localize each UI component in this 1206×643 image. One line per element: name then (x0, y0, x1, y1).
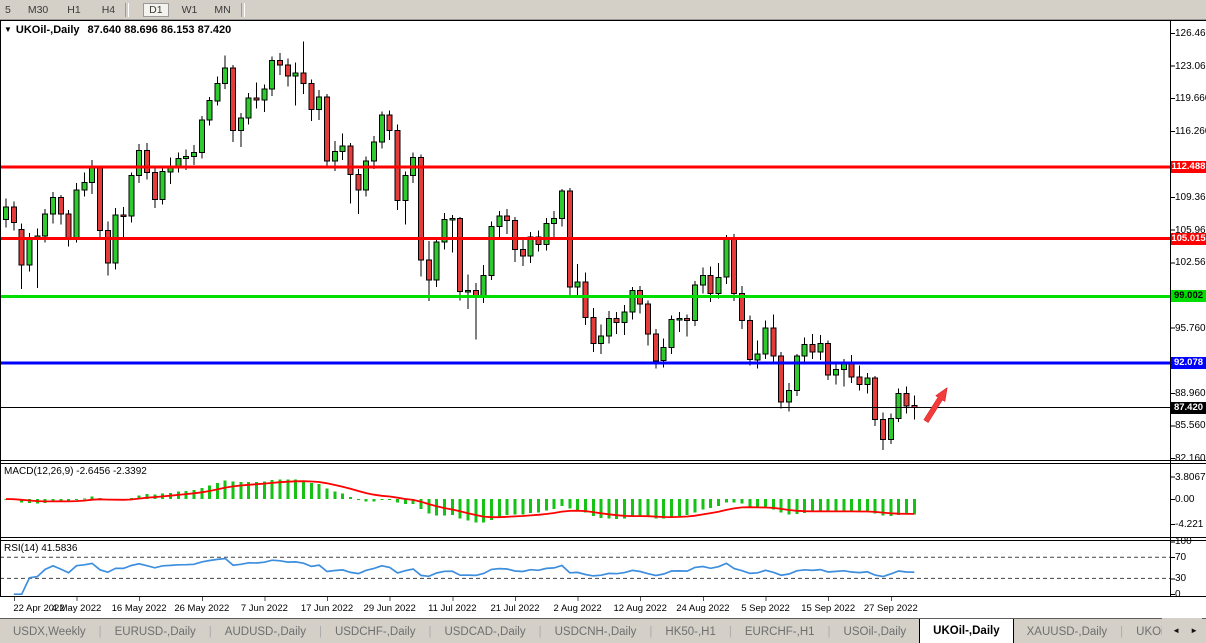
tab-scroll-right-icon[interactable]: ► (1190, 626, 1198, 635)
chart-tab-ukoil-daily[interactable]: UKOil-,Daily (919, 618, 1013, 643)
chart-dropdown-icon[interactable]: ▼ (4, 25, 12, 34)
chart-tab-hk50-h1[interactable]: HK50-,H1 (652, 620, 729, 643)
price-axis-label: 119.660 (1175, 93, 1205, 104)
chart-tab-bar: USDX,Weekly|EURUSD-,Daily|AUDUSD-,Daily|… (0, 618, 1206, 643)
price-axis-label: 95.760 (1175, 323, 1205, 334)
rsi-indicator-label: RSI(14) 41.5836 (4, 543, 77, 554)
chart-tab-eurchf-h1[interactable]: EURCHF-,H1 (732, 620, 828, 643)
rsi-axis-label: 100 (1175, 536, 1205, 547)
macd-axis-label: 0.00 (1175, 494, 1205, 505)
tab-scroll-arrows: ◄ ► (1162, 618, 1202, 643)
chart-tab-usdcnh-daily[interactable]: USDCNH-,Daily (542, 620, 650, 643)
price-level-tag: 105.015 (1171, 233, 1206, 245)
price-axis-label: 116.260 (1175, 126, 1205, 137)
ohlc-readout: 87.640 88.696 86.153 87.420 (88, 24, 232, 36)
price-axis-label: 123.060 (1175, 61, 1205, 72)
chart-tab-usoil-daily[interactable]: USOil-,Daily (831, 620, 920, 643)
chart-tab-usdx-weekly[interactable]: USDX,Weekly (0, 620, 99, 643)
macd-axis-label: -4.221 (1175, 519, 1205, 530)
chart-tab-audusd-daily[interactable]: AUDUSD-,Daily (212, 620, 319, 643)
chart-window[interactable]: ▼ UKOil-,Daily 87.640 88.696 86.153 87.420… (0, 20, 1206, 618)
rsi-axis-label: 0 (1175, 589, 1205, 600)
chart-tab-eurusd-daily[interactable]: EURUSD-,Daily (102, 620, 209, 643)
price-axis-label: 85.560 (1175, 420, 1205, 431)
macd-axis-label: 3.8067 (1175, 472, 1205, 483)
macd-indicator-label: MACD(12,26,9) -2.6456 -2.3392 (4, 466, 147, 477)
price-axis-label: 102.560 (1175, 257, 1205, 268)
price-level-tag: 112.488 (1171, 161, 1206, 173)
date-axis-label: 27 Sep 2022 (853, 603, 929, 614)
chart-tab-usdchf-daily[interactable]: USDCHF-,Daily (322, 620, 429, 643)
chart-title: ▼ UKOil-,Daily 87.640 88.696 86.153 87.420 (4, 24, 231, 36)
price-chart-canvas[interactable] (0, 0, 1206, 638)
chart-tab-usdcad-daily[interactable]: USDCAD-,Daily (431, 620, 538, 643)
rsi-axis-label: 30 (1175, 573, 1205, 584)
tab-scroll-left-icon[interactable]: ◄ (1172, 626, 1180, 635)
price-axis-label: 88.960 (1175, 388, 1205, 399)
rsi-axis-label: 70 (1175, 552, 1205, 563)
price-axis-label: 126.460 (1175, 28, 1205, 39)
price-level-tag: 87.420 (1171, 402, 1206, 414)
symbol-period-label: UKOil-,Daily (16, 24, 80, 36)
chart-tab-xauusd-daily[interactable]: XAUUSD-,Daily (1014, 620, 1121, 643)
price-level-tag: 99.002 (1171, 290, 1206, 302)
mt4-window: 5M30H1H4D1W1MN ▼UKOil-,Daily87.640 88.69… (0, 0, 1206, 643)
price-axis-label: 82.160 (1175, 453, 1205, 464)
price-level-tag: 92.078 (1171, 357, 1206, 369)
price-axis-label: 109.360 (1175, 192, 1205, 203)
